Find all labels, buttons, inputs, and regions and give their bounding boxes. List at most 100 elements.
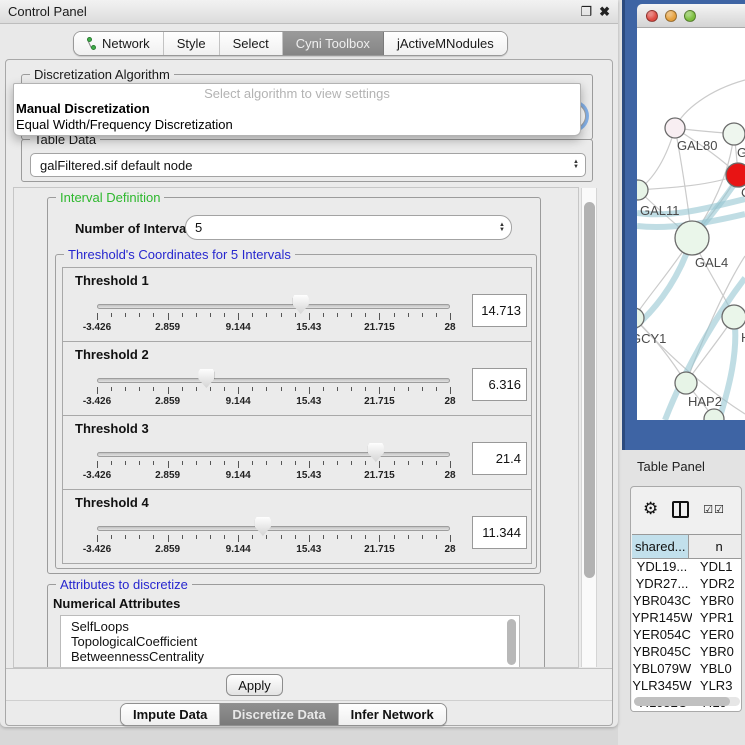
shared-name-cell[interactable]: YBR043C [632,593,692,610]
name-cell[interactable]: YBR0 [692,593,742,610]
slider-track[interactable] [97,526,450,531]
slider-track[interactable] [97,452,450,457]
close-window-icon[interactable]: ✖ [599,5,610,18]
network-canvas[interactable]: GAL80GCGAL11GAL4GCY1HHAP2 [637,28,745,420]
tab-infer-network[interactable]: Infer Network [339,704,446,725]
table-row[interactable]: YER054CYER0 [632,627,742,644]
attribute-list-item[interactable]: BetweennessCentrality [71,649,519,664]
table-data-combobox[interactable]: galFiltered.sif default node ▲▼ [30,153,586,177]
zoom-traffic-light[interactable] [684,10,696,22]
shared-name-cell[interactable]: YDL19... [632,559,692,576]
tick-mark [281,387,282,391]
tick-mark [408,535,409,539]
tick-mark [168,387,169,394]
split-columns-icon[interactable] [672,501,689,518]
network-node[interactable] [637,308,644,328]
network-node[interactable] [722,305,745,329]
threshold-value-field[interactable]: 6.316 [472,368,527,401]
close-traffic-light[interactable] [646,10,658,22]
scrollbar-thumb[interactable] [584,202,595,578]
table-row[interactable]: YDL19...YDL1 [632,559,742,576]
tick-mark [139,313,140,317]
gear-icon[interactable]: ⚙ [643,499,658,519]
shared-name-cell[interactable]: YLR345W [632,678,692,695]
tab-network[interactable]: Network [74,32,164,55]
tick-mark [210,535,211,539]
table-row[interactable]: YDR27...YDR2 [632,576,742,593]
attribute-list-item[interactable]: TopologicalCoefficient [71,634,519,649]
float-window-icon[interactable]: ❐ [580,5,592,18]
attributes-list-scrollbar[interactable] [507,619,516,665]
name-cell[interactable]: YLR3 [692,678,742,695]
slider-thumb[interactable] [255,517,271,536]
tab-style[interactable]: Style [164,32,220,55]
network-node[interactable] [675,221,709,255]
table-row[interactable]: YBL079WYBL0 [632,661,742,678]
slider-thumb[interactable] [293,295,309,314]
column-header-shared-name[interactable]: shared... [632,535,689,558]
minimize-traffic-light[interactable] [665,10,677,22]
shared-name-cell[interactable]: YDR27... [632,576,692,593]
numerical-attributes-list[interactable]: SelfLoopsTopologicalCoefficientBetweenne… [60,615,520,668]
name-cell[interactable]: YBR0 [692,644,742,661]
slider-thumb[interactable] [198,369,214,388]
tick-mark [238,313,239,320]
table-toolbar: ⚙ ☑☑ [631,487,741,531]
name-cell[interactable]: YER0 [692,627,742,644]
table-row[interactable]: YLR345WYLR3 [632,678,742,695]
network-node[interactable] [675,372,697,394]
network-edge[interactable] [675,80,745,128]
threshold-value-field[interactable]: 21.4 [472,442,527,475]
tick-mark [125,313,126,317]
shared-name-cell[interactable]: YBR045C [632,644,692,661]
tab-impute-data[interactable]: Impute Data [121,704,220,725]
network-edge[interactable] [638,128,675,190]
network-node[interactable] [723,123,745,145]
threshold-value-field[interactable]: 14.713 [472,294,527,327]
tick-label: 28 [444,396,455,407]
tab-cyni-toolbox[interactable]: Cyni Toolbox [283,32,384,55]
tick-mark [323,387,324,391]
name-cell[interactable]: YDR2 [692,576,742,593]
tick-label: 9.144 [226,544,251,555]
settings-vertical-scrollbar[interactable] [581,188,597,667]
tab-jactivemnodules[interactable]: jActiveMNodules [384,32,507,55]
dropdown-option-equal-width-frequency[interactable]: Equal Width/Frequency Discretization [14,117,580,133]
attributes-group: Attributes to discretize Numerical Attri… [47,584,545,668]
tick-mark [196,313,197,317]
slider-thumb[interactable] [368,443,384,462]
table-row[interactable]: YBR043CYBR0 [632,593,742,610]
dropdown-option-manual-discretization[interactable]: Manual Discretization [14,101,580,117]
threshold-panel: Threshold 3-3.4262.8599.14415.4321.71528… [62,415,532,490]
slider-ticks [97,313,450,321]
attribute-list-item[interactable]: SelfLoops [71,619,519,634]
threshold-value-field[interactable]: 11.344 [472,516,527,549]
table-row[interactable]: YBR045CYBR0 [632,644,742,661]
tick-label: 2.859 [155,470,180,481]
slider-track[interactable] [97,378,450,383]
table-horizontal-scrollbar[interactable] [634,697,740,706]
table-row[interactable]: YPR145WYPR1 [632,610,742,627]
tick-mark [365,461,366,465]
number-of-intervals-combobox[interactable]: 5 ▲▼ [185,215,512,240]
network-node[interactable] [665,118,685,138]
checkboxes-icon[interactable]: ☑☑ [703,503,725,516]
tab-select[interactable]: Select [220,32,283,55]
name-cell[interactable]: YBL0 [692,661,742,678]
name-cell[interactable]: YDL1 [692,559,742,576]
network-edge[interactable] [637,318,686,383]
column-header-name[interactable]: n [689,535,742,558]
shared-name-cell[interactable]: YBL079W [632,661,692,678]
apply-button[interactable]: Apply [226,674,283,696]
slider-track[interactable] [97,304,450,309]
network-node[interactable] [726,163,745,187]
name-cell[interactable]: YPR1 [692,610,742,627]
scrollbar-thumb[interactable] [634,697,730,706]
tick-mark [422,461,423,465]
cyni-toolbox-panel: Discretization Algorithm ▲▼ Select algor… [5,59,613,726]
shared-name-cell[interactable]: YER054C [632,627,692,644]
settings-viewport: Interval Definition Number of Intervals … [13,187,579,668]
shared-name-cell[interactable]: YPR145W [632,610,692,627]
dropdown-hint: Select algorithm to view settings [14,84,580,101]
tab-discretize-data[interactable]: Discretize Data [220,704,338,725]
